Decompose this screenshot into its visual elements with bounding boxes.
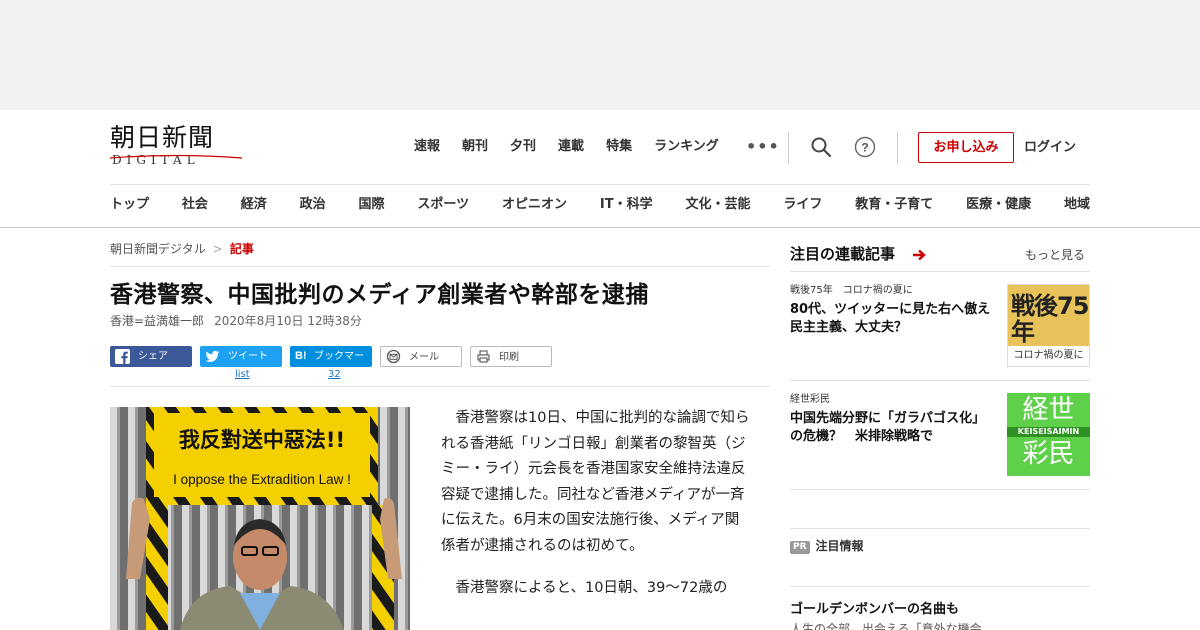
thumb-title: 戦後75年 [1011,292,1089,346]
twitter-share-button[interactable]: ツイート [200,346,282,367]
article-body: 香港警察は10日、中国に批判的な論調で知られる香港紙「リンゴ日報」創業者の黎智英… [441,406,751,619]
article-date: 2020年8月10日 12時38分 [214,314,362,328]
divider [790,528,1090,529]
photo-sign-chinese: 我反對送中惡法!! [179,428,345,452]
print-label: 印刷 [499,352,519,363]
mail-icon [386,349,401,364]
breadcrumb: 朝日新聞デジタル > 記事 [110,240,254,258]
category-society[interactable]: 社会 [182,196,208,214]
article-byline: 香港=益満雄一郎 2020年8月10日 12時38分 [110,312,362,330]
logo-swoosh-icon [110,154,242,159]
article-paragraph: 香港警察は10日、中国に批判的な論調で知られる香港紙「リンゴ日報」創業者の黎智英… [441,410,750,554]
header-divider [110,184,1090,185]
article-photo[interactable]: 我反對送中惡法!! I oppose the Extradition Law ! [110,407,410,630]
site-header: 朝日新聞 DIGITAL 速報 朝刊 夕刊 連載 特集 ランキング ••• ? … [0,110,1200,228]
facebook-share-button[interactable]: シェア [110,346,192,367]
nav-rensai[interactable]: 連載 [558,138,584,156]
print-button[interactable]: 印刷 [470,346,552,367]
category-politics[interactable]: 政治 [300,196,326,214]
hatena-bookmark-icon: B! [295,350,307,362]
nav-tokushu[interactable]: 特集 [606,138,632,156]
logo-wordmark: 朝日新聞 [110,123,215,152]
divider [110,266,770,267]
article-paragraph: 香港警察によると、10日朝、39～72歳の [455,580,728,596]
arrow-right-icon [913,249,926,261]
divider [790,489,1090,490]
thumb-title: 彩民 [1022,439,1075,469]
breadcrumb-separator: > [212,242,223,256]
category-top[interactable]: トップ [110,196,149,214]
nav-choukan[interactable]: 朝刊 [462,138,488,156]
thumb-title: 経世 [1022,395,1075,425]
nav-ranking[interactable]: ランキング [654,138,719,156]
divider [790,380,1090,381]
pr-section-label: 注目情報 [815,539,864,553]
article-headline: 香港警察、中国批判のメディア創業者や幹部を逮捕 [110,282,649,308]
hatena-count-link[interactable]: 32 [328,369,341,381]
divider [110,386,770,387]
facebook-share-label: シェア [138,351,168,362]
more-menu-button[interactable]: ••• [746,138,780,156]
nav-sokuho[interactable]: 速報 [414,138,440,156]
category-education[interactable]: 教育・子育て [855,196,933,214]
subscribe-button[interactable]: お申し込み [918,132,1014,163]
sidebar-article-headline: 中国先端分野に「ガラパゴス化」の危機？ 米排除戦略で [790,411,986,444]
category-international[interactable]: 国際 [359,196,385,214]
top-nav: 速報 朝刊 夕刊 連載 特集 ランキング [414,138,741,156]
category-nav: トップ 社会 経済 政治 国際 スポーツ オピニオン IT・科学 文化・芸能 ラ… [110,196,1090,214]
svg-text:?: ? [861,141,868,155]
divider [790,271,1090,272]
advertisement-band [0,0,1200,110]
thumb-subtitle: KEISEISAIMIN [1007,427,1090,437]
search-icon[interactable] [810,136,832,158]
sidebar-article[interactable]: 戦後75年 コロナ禍の夏に 80代、ツイッターに見た右へ傲え 民主主義、大丈夫？… [790,284,1090,367]
thumb-caption: コロナ禍の夏に [1008,346,1089,366]
twitter-share-label: ツイート [228,351,268,362]
photo-sign-english: I oppose the Extradition Law ! [173,472,351,487]
login-link[interactable]: ログイン [1024,139,1076,157]
site-logo[interactable]: 朝日新聞 DIGITAL [110,124,242,170]
category-it-science[interactable]: IT・科学 [600,196,653,214]
category-region[interactable]: 地域 [1064,196,1090,214]
divider [788,132,789,164]
pr-badge: PR [790,541,810,554]
see-more-link[interactable]: もっと見る [1025,246,1085,264]
category-economy[interactable]: 経済 [241,196,267,214]
print-icon [477,350,490,363]
breadcrumb-home[interactable]: 朝日新聞デジタル [110,242,206,256]
article-author: 香港=益満雄一郎 [110,314,205,328]
hatena-bookmark-button[interactable]: B! ブックマーク [290,346,372,383]
category-life[interactable]: ライフ [783,196,822,214]
category-opinion[interactable]: オピニオン [502,196,567,214]
nav-yuukan[interactable]: 夕刊 [510,138,536,156]
share-bar: シェア ツイート B! ブックマーク メール 印刷 [110,346,560,383]
breadcrumb-current: 記事 [229,242,254,256]
twitter-count-link[interactable]: list [235,369,250,381]
twitter-icon [205,350,220,363]
category-health[interactable]: 医療・健康 [966,196,1031,214]
sidebar-article-thumbnail: 経世 KEISEISAIMIN 彩民 [1007,393,1090,476]
sidebar-article[interactable]: 経世彩民 中国先端分野に「ガラパゴス化」の危機？ 米排除戦略で 経世 KEISE… [790,393,1090,476]
category-sports[interactable]: スポーツ [417,196,469,214]
category-culture[interactable]: 文化・芸能 [685,196,750,214]
pr-item-title[interactable]: ゴールデンボンバーの名曲も [790,601,959,619]
sidebar-article-thumbnail: 戦後75年 コロナ禍の夏に [1007,284,1090,367]
featured-series-title[interactable]: 注目の連載記事 [790,244,895,264]
facebook-icon [115,349,130,364]
article-photo-image: 我反對送中惡法!! I oppose the Extradition Law ! [110,407,410,630]
mail-share-button[interactable]: メール [380,346,462,367]
divider [897,132,898,164]
sidebar-article-headline: 80代、ツイッターに見た右へ傲え 民主主義、大丈夫？ [790,302,1004,335]
pr-item-subtitle[interactable]: 人生の全部、出会える「意外な機会 [790,621,982,630]
divider [790,586,1090,587]
mail-share-label: メール [409,352,439,363]
pr-section-header: PR 注目情報 [790,538,864,554]
help-icon[interactable]: ? [854,136,876,158]
